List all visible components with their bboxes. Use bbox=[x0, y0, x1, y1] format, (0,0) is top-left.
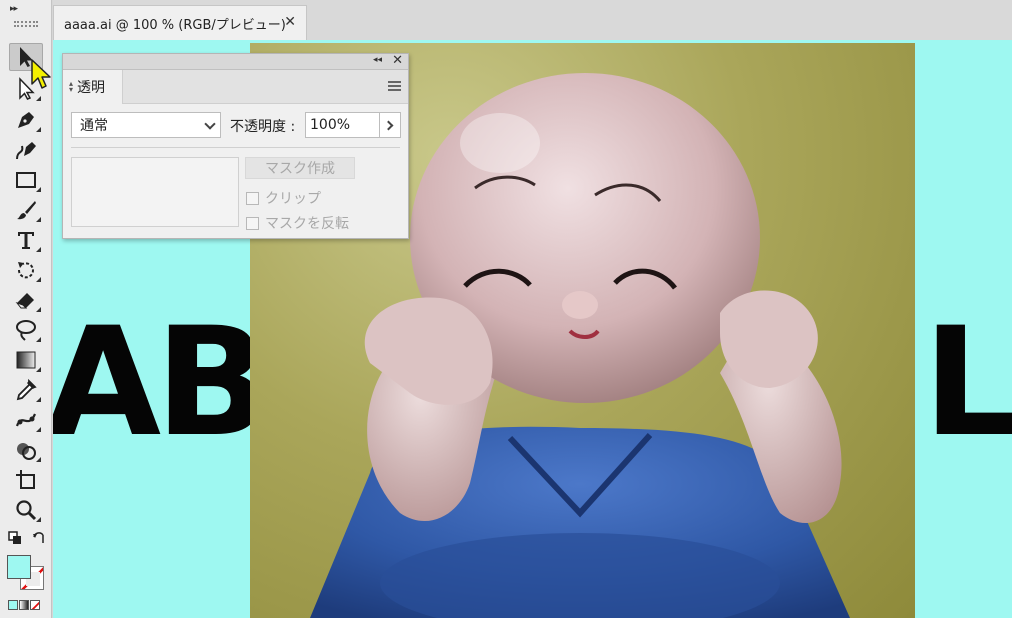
chevron-right-icon bbox=[383, 120, 394, 130]
gradient-icon bbox=[16, 351, 36, 369]
make-mask-button[interactable]: マスク作成 bbox=[245, 157, 355, 179]
mask-thumbnail bbox=[71, 157, 239, 227]
artboard-text-right[interactable]: LM bbox=[923, 308, 1012, 458]
none-slash-small-icon bbox=[31, 601, 39, 609]
color-mode-button[interactable] bbox=[8, 600, 18, 610]
document-tab-close-button[interactable]: ✕ bbox=[284, 14, 296, 30]
pen-tool-button[interactable] bbox=[9, 106, 43, 134]
panel-collapse-button[interactable]: ◂◂ bbox=[373, 55, 382, 65]
lasso-icon bbox=[16, 320, 36, 341]
type-tool-button[interactable] bbox=[9, 226, 43, 254]
lasso-tool-button[interactable] bbox=[9, 316, 43, 344]
document-tab[interactable]: aaaa.ai @ 100 % (RGB/プレビュー) ✕ bbox=[53, 5, 307, 40]
clip-checkbox-box[interactable] bbox=[246, 191, 259, 205]
gradient-tool-button[interactable] bbox=[9, 346, 43, 374]
gradient-mode-button[interactable] bbox=[19, 600, 29, 610]
invert-mask-checkbox[interactable]: マスクを反転 bbox=[246, 213, 349, 233]
tools-panel: ▸▸ bbox=[0, 0, 52, 618]
blend-tool-button[interactable] bbox=[9, 406, 43, 434]
paintbrush-tool-button[interactable] bbox=[9, 196, 43, 224]
clip-checkbox-label: クリップ bbox=[265, 191, 321, 207]
opacity-slider-button[interactable] bbox=[379, 112, 401, 138]
panel-options-toggle-icon[interactable]: ▴ ▾ bbox=[69, 80, 73, 94]
zoom-tool-button[interactable] bbox=[9, 496, 43, 524]
shape-builder-icon bbox=[17, 443, 36, 460]
eyedropper-tool-button[interactable] bbox=[9, 376, 43, 404]
blend-mode-value: 通常 bbox=[80, 118, 108, 134]
invert-mask-checkbox-box[interactable] bbox=[246, 216, 259, 230]
curvature-pen-icon bbox=[16, 142, 36, 160]
swap-colors-icon[interactable] bbox=[32, 531, 46, 545]
zoom-magnifier-icon bbox=[16, 500, 37, 521]
artboard-tool-button[interactable] bbox=[9, 466, 43, 494]
tab-transparency[interactable]: ▴ ▾ 透明 bbox=[63, 70, 123, 104]
paintbrush-icon bbox=[17, 201, 36, 220]
blend-icon bbox=[15, 413, 37, 427]
default-colors-icon[interactable] bbox=[8, 531, 22, 545]
chevron-down-icon bbox=[204, 118, 216, 130]
document-tab-bar: aaaa.ai @ 100 % (RGB/プレビュー) ✕ bbox=[53, 0, 1012, 40]
eraser-tool-button[interactable] bbox=[9, 286, 43, 314]
shape-builder-tool-button[interactable] bbox=[9, 436, 43, 464]
opacity-label: 不透明度 : bbox=[230, 119, 296, 135]
rectangle-icon bbox=[16, 172, 36, 188]
document-tab-title: aaaa.ai @ 100 % (RGB/プレビュー) bbox=[64, 17, 286, 33]
artboard-icon bbox=[16, 470, 35, 489]
panel-close-button[interactable]: ✕ bbox=[392, 53, 403, 68]
pen-icon bbox=[18, 112, 34, 128]
tab-transparency-label: 透明 bbox=[77, 80, 106, 96]
fill-swatch[interactable] bbox=[7, 555, 31, 579]
none-mode-button[interactable] bbox=[30, 600, 40, 610]
rectangle-tool-button[interactable] bbox=[9, 166, 43, 194]
invert-mask-checkbox-label: マスクを反転 bbox=[265, 216, 349, 232]
blend-mode-select[interactable]: 通常 bbox=[71, 112, 221, 138]
curvature-tool-button[interactable] bbox=[9, 136, 43, 164]
toolbar-collapse-button[interactable]: ▸▸ bbox=[10, 4, 18, 14]
opacity-input[interactable]: 100% bbox=[305, 112, 379, 138]
rotate-tool-button[interactable] bbox=[9, 256, 43, 284]
panel-titlebar[interactable]: ◂◂ ✕ bbox=[63, 53, 408, 70]
type-t-icon bbox=[18, 232, 34, 249]
rotate-icon bbox=[17, 262, 34, 279]
clip-checkbox[interactable]: クリップ bbox=[246, 188, 321, 208]
panel-menu-icon[interactable] bbox=[388, 81, 401, 91]
eyedropper-icon bbox=[16, 378, 37, 401]
panel-tab-row: ▴ ▾ 透明 bbox=[63, 70, 408, 104]
transparency-panel: ◂◂ ✕ ▴ ▾ 透明 通常 不透明度 : 100% マスク作成 クリップ マスク… bbox=[62, 53, 409, 239]
eraser-icon bbox=[15, 293, 34, 309]
toolbar-grip[interactable] bbox=[14, 21, 38, 27]
mouse-pointer-icon bbox=[31, 59, 51, 89]
panel-divider bbox=[71, 147, 400, 148]
